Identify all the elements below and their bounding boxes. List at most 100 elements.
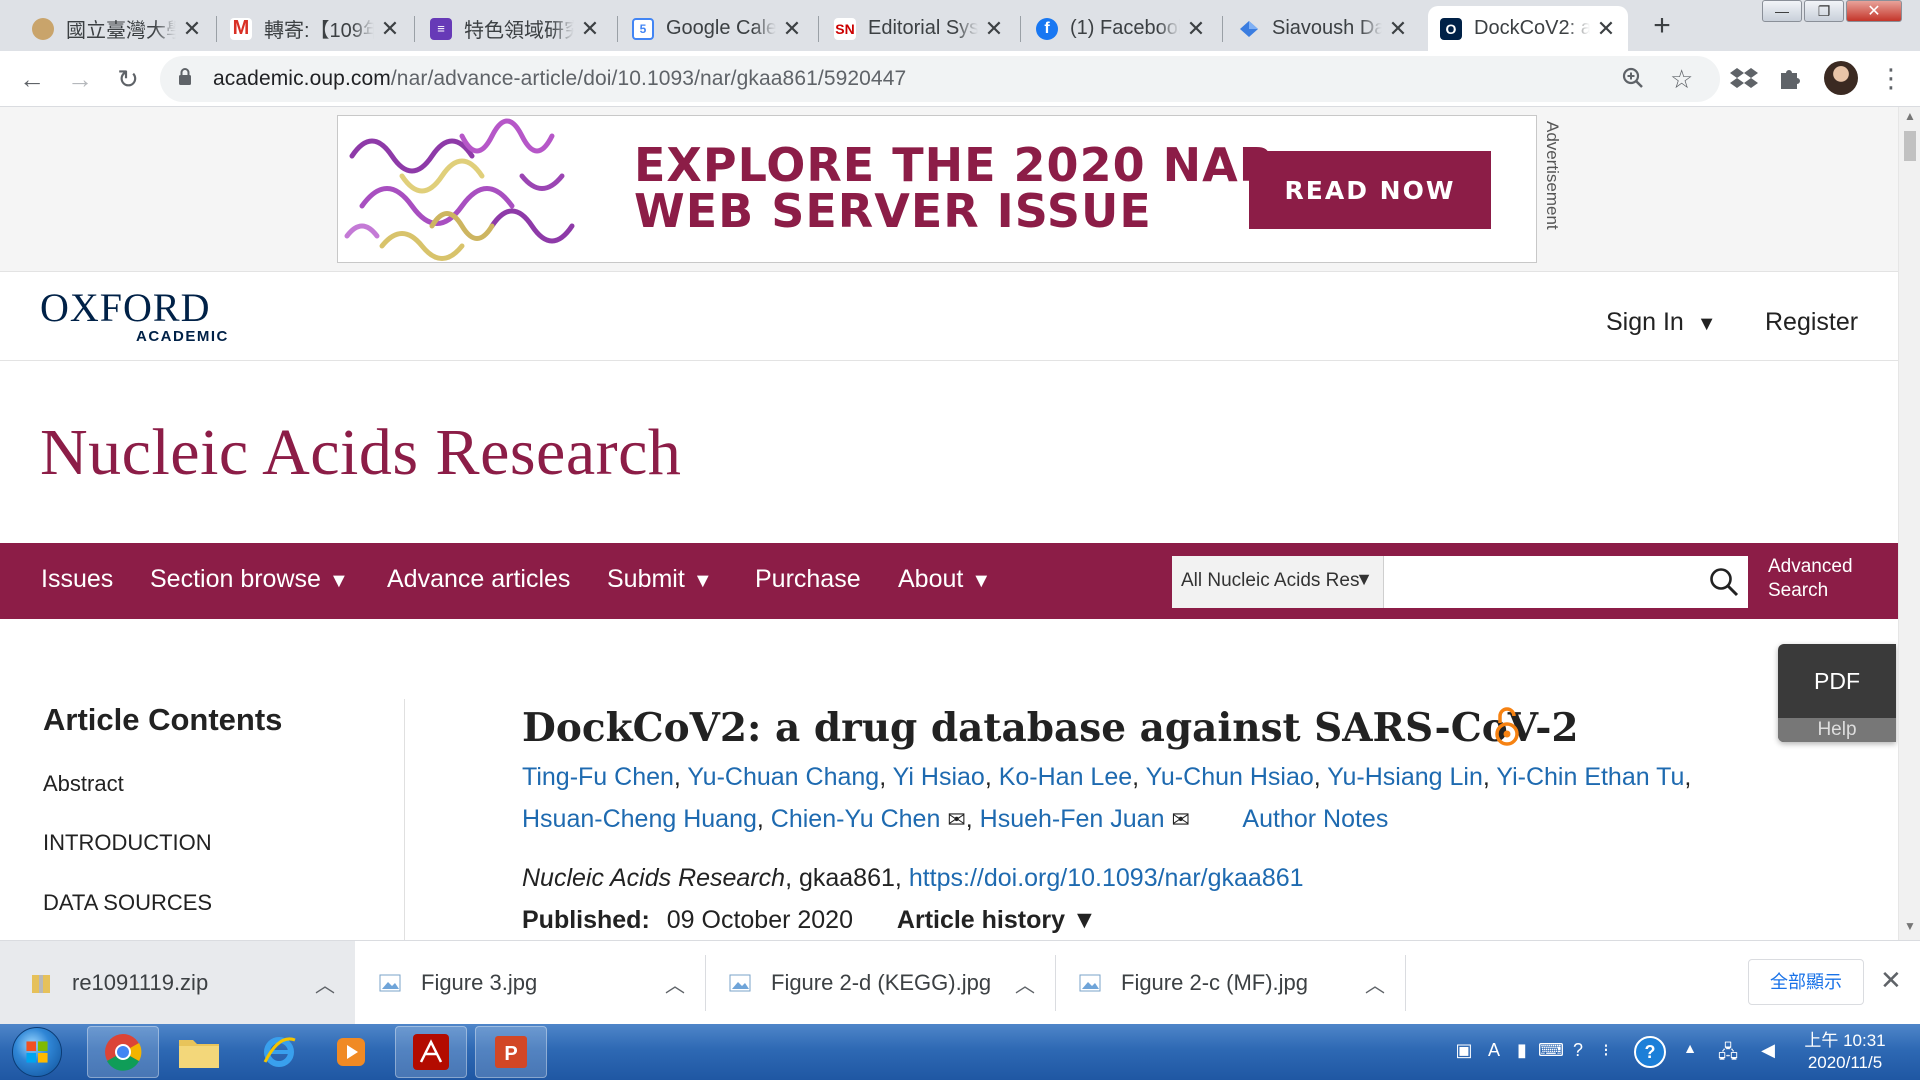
- help-button[interactable]: Help: [1778, 718, 1896, 742]
- volume-icon[interactable]: ◀: [1756, 1040, 1780, 1064]
- download-item[interactable]: Figure 2-d (KEGG).jpg ︿: [705, 941, 1055, 1025]
- close-tab-icon[interactable]: ✕: [1388, 16, 1408, 42]
- download-item[interactable]: re1091119.zip ︿: [0, 941, 355, 1025]
- oxford-academic-logo[interactable]: OXFORD ACADEMIC: [40, 288, 240, 348]
- close-tab-icon[interactable]: ✕: [984, 16, 1004, 42]
- close-tab-icon[interactable]: ✕: [380, 16, 400, 42]
- toc-item-data-sources[interactable]: DATA SOURCES: [43, 890, 212, 916]
- close-tab-icon[interactable]: ✕: [1596, 16, 1616, 42]
- profile-avatar[interactable]: [1824, 61, 1858, 95]
- journal-title[interactable]: Nucleic Acids Research: [40, 415, 681, 491]
- tab-editorial-system[interactable]: SN Editorial Syst ✕: [822, 6, 1016, 51]
- download-item[interactable]: Figure 3.jpg ︿: [355, 941, 705, 1025]
- nav-section-browse[interactable]: Section browse ▼: [150, 565, 349, 594]
- author-link[interactable]: Yu-Chuan Chang: [687, 763, 879, 791]
- toc-item-abstract[interactable]: Abstract: [43, 771, 124, 797]
- page-scrollbar[interactable]: ▲ ▼: [1898, 107, 1920, 940]
- tab-ntu[interactable]: 國立臺灣大學 ✕: [20, 6, 214, 51]
- chevron-up-icon[interactable]: ︿: [1015, 969, 1035, 998]
- author-link[interactable]: Yu-Hsiang Lin: [1327, 763, 1483, 791]
- network-icon[interactable]: 🖧: [1716, 1040, 1740, 1064]
- scroll-thumb[interactable]: [1904, 131, 1916, 161]
- close-window-button[interactable]: ✕: [1846, 0, 1902, 22]
- pdf-button[interactable]: PDF: [1778, 644, 1896, 718]
- dropbox-icon[interactable]: [1730, 66, 1758, 92]
- taskbar-powerpoint[interactable]: P: [475, 1026, 547, 1078]
- chevron-up-icon[interactable]: ︿: [1365, 969, 1385, 998]
- nav-about[interactable]: About ▼: [898, 565, 991, 594]
- show-hidden-icons-icon[interactable]: ▲: [1678, 1040, 1702, 1064]
- scroll-down-arrow-icon[interactable]: ▼: [1904, 919, 1916, 933]
- tray-app-icon[interactable]: ▣: [1452, 1040, 1476, 1064]
- close-tab-icon[interactable]: ✕: [782, 16, 802, 42]
- tab-google-calendar[interactable]: 5 Google Cale ✕: [620, 6, 814, 51]
- action-center-icon[interactable]: ?: [1634, 1036, 1666, 1068]
- back-arrow-icon[interactable]: ←: [14, 61, 50, 97]
- taskbar-chrome[interactable]: [87, 1026, 159, 1078]
- doi-link[interactable]: https://doi.org/10.1093/nar/gkaa861: [909, 864, 1304, 892]
- help-circle-icon[interactable]: ?: [1566, 1040, 1590, 1064]
- tray-keyboard-icon[interactable]: ⌨: [1538, 1040, 1564, 1064]
- web-page: EXPLORE THE 2020 NAR WEB SERVER ISSUE RE…: [0, 107, 1898, 940]
- sign-in-menu[interactable]: Sign In ▼: [1606, 308, 1717, 337]
- search-scope-select[interactable]: All Nucleic Acids Res ▼: [1172, 556, 1384, 608]
- nav-advance-articles[interactable]: Advance articles: [387, 565, 570, 594]
- bookmark-star-icon[interactable]: ☆: [1670, 64, 1693, 95]
- advanced-search-line2: Search: [1768, 580, 1829, 601]
- chrome-menu-icon[interactable]: ⋮: [1878, 61, 1904, 95]
- new-tab-button[interactable]: +: [1645, 10, 1679, 44]
- zoom-icon[interactable]: [1621, 66, 1645, 90]
- ime-icon[interactable]: A: [1482, 1040, 1506, 1064]
- system-clock[interactable]: 上午 10:31 2020/11/5: [1800, 1030, 1890, 1074]
- close-tab-icon[interactable]: ✕: [182, 16, 202, 42]
- author-link[interactable]: Hsueh-Fen Juan: [980, 805, 1165, 833]
- author-link[interactable]: Ting-Fu Chen: [522, 763, 674, 791]
- taskbar-media-player[interactable]: [315, 1026, 387, 1078]
- show-all-downloads-button[interactable]: 全部顯示: [1748, 959, 1864, 1005]
- envelope-icon[interactable]: ✉: [1171, 807, 1189, 832]
- close-tab-icon[interactable]: ✕: [1186, 16, 1206, 42]
- taskbar-internet-explorer[interactable]: [243, 1026, 315, 1078]
- advanced-search-link[interactable]: Advanced Search: [1768, 555, 1853, 603]
- envelope-icon[interactable]: ✉: [947, 807, 965, 832]
- chevron-up-icon[interactable]: ︿: [665, 969, 685, 998]
- tray-window-icon[interactable]: ▮: [1510, 1040, 1534, 1064]
- tab-forms[interactable]: ≡ 特色領域研究 ✕: [418, 6, 612, 51]
- author-link[interactable]: Ko-Han Lee: [999, 763, 1132, 791]
- tab-facebook[interactable]: f (1) Facebook ✕: [1024, 6, 1218, 51]
- taskbar-acrobat[interactable]: [395, 1026, 467, 1078]
- toc-item-introduction[interactable]: INTRODUCTION: [43, 830, 212, 856]
- tab-gmail[interactable]: M 轉寄:【109年 ✕: [218, 6, 412, 51]
- taskbar-explorer[interactable]: [163, 1026, 235, 1078]
- author-link[interactable]: Yu-Chun Hsiao: [1146, 763, 1314, 791]
- search-icon[interactable]: [1708, 566, 1740, 598]
- nav-issues[interactable]: Issues: [41, 565, 113, 594]
- tab-dockcov2[interactable]: O DockCoV2: a ✕: [1428, 6, 1628, 51]
- scroll-up-arrow-icon[interactable]: ▲: [1904, 109, 1916, 123]
- download-item[interactable]: Figure 2-c (MF).jpg ︿: [1055, 941, 1405, 1025]
- reload-icon[interactable]: ↻: [110, 61, 146, 97]
- start-button[interactable]: [12, 1027, 62, 1077]
- nav-purchase[interactable]: Purchase: [755, 565, 861, 594]
- author-link[interactable]: Hsuan-Cheng Huang: [522, 805, 757, 833]
- author-link[interactable]: Yi Hsiao: [893, 763, 985, 791]
- author-link[interactable]: Yi-Chin Ethan Tu: [1496, 763, 1684, 791]
- address-bar[interactable]: academic.oup.com/nar/advance-article/doi…: [160, 56, 1720, 102]
- tab-siavoush[interactable]: Siavoush Da ✕: [1226, 6, 1420, 51]
- tray-settings-icon[interactable]: ⁝: [1594, 1040, 1618, 1064]
- register-link[interactable]: Register: [1765, 308, 1858, 337]
- article-history-toggle[interactable]: Article history ▼: [897, 906, 1097, 934]
- restore-button[interactable]: ❐: [1804, 0, 1844, 22]
- extensions-puzzle-icon[interactable]: [1777, 65, 1803, 91]
- close-shelf-icon[interactable]: ✕: [1880, 965, 1902, 996]
- minimize-button[interactable]: —: [1762, 0, 1802, 22]
- read-now-button[interactable]: READ NOW: [1249, 151, 1491, 229]
- chevron-up-icon[interactable]: ︿: [315, 969, 335, 998]
- author-link[interactable]: Chien-Yu Chen: [771, 805, 941, 833]
- close-tab-icon[interactable]: ✕: [580, 16, 600, 42]
- author-notes-link[interactable]: Author Notes: [1242, 805, 1388, 833]
- search-input[interactable]: [1384, 556, 1748, 608]
- ad-banner[interactable]: EXPLORE THE 2020 NAR WEB SERVER ISSUE RE…: [337, 115, 1537, 263]
- forward-arrow-icon[interactable]: →: [62, 61, 98, 97]
- nav-submit[interactable]: Submit ▼: [607, 565, 713, 594]
